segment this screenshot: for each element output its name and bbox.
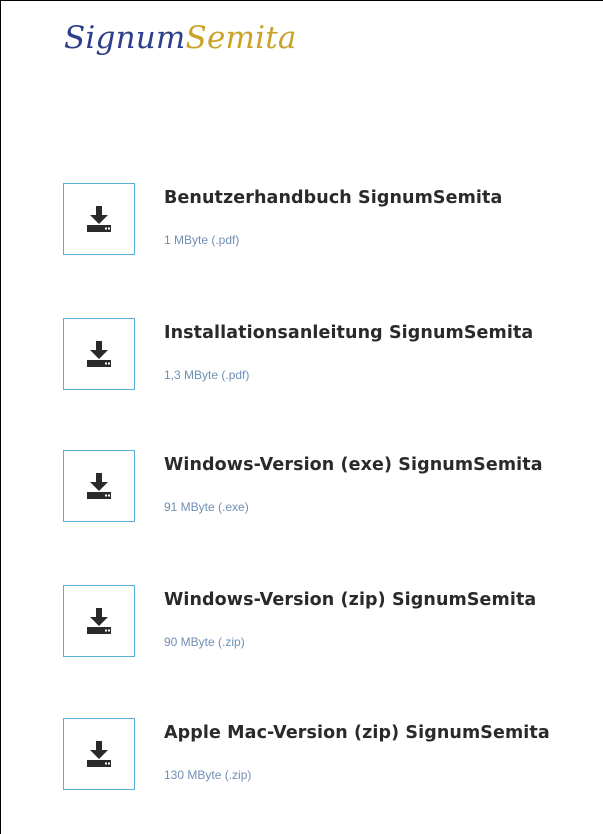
download-button[interactable] — [63, 450, 135, 522]
download-item: Installationsanleitung SignumSemita 1,3 … — [63, 318, 593, 394]
download-size: 90 MByte (.zip) — [164, 635, 245, 649]
download-size: 1 MByte (.pdf) — [164, 233, 240, 247]
brand-logo[interactable]: SignumSemita — [64, 23, 297, 54]
download-icon — [87, 206, 111, 232]
download-title[interactable]: Apple Mac-Version (zip) SignumSemita — [164, 723, 550, 743]
download-item: Windows-Version (zip) SignumSemita 90 MB… — [63, 585, 593, 661]
download-button[interactable] — [63, 183, 135, 255]
brand-logo-part1: Signum — [64, 20, 186, 56]
download-icon — [87, 608, 111, 634]
download-button[interactable] — [63, 585, 135, 657]
download-button[interactable] — [63, 718, 135, 790]
download-title[interactable]: Benutzerhandbuch SignumSemita — [164, 188, 502, 208]
download-item: Windows-Version (exe) SignumSemita 91 MB… — [63, 450, 593, 526]
download-item: Apple Mac-Version (zip) SignumSemita 130… — [63, 718, 593, 794]
download-title[interactable]: Windows-Version (zip) SignumSemita — [164, 590, 536, 610]
download-item: Benutzerhandbuch SignumSemita 1 MByte (.… — [63, 183, 593, 259]
download-size: 91 MByte (.exe) — [164, 500, 249, 514]
download-title[interactable]: Windows-Version (exe) SignumSemita — [164, 455, 543, 475]
brand-logo-part2: Semita — [185, 20, 297, 56]
page-frame: SignumSemita Benutzerhandbuch SignumSemi… — [0, 0, 603, 834]
download-title[interactable]: Installationsanleitung SignumSemita — [164, 323, 533, 343]
download-size: 1,3 MByte (.pdf) — [164, 368, 250, 382]
download-icon — [87, 473, 111, 499]
download-button[interactable] — [63, 318, 135, 390]
download-icon — [87, 341, 111, 367]
download-icon — [87, 741, 111, 767]
download-size: 130 MByte (.zip) — [164, 768, 252, 782]
